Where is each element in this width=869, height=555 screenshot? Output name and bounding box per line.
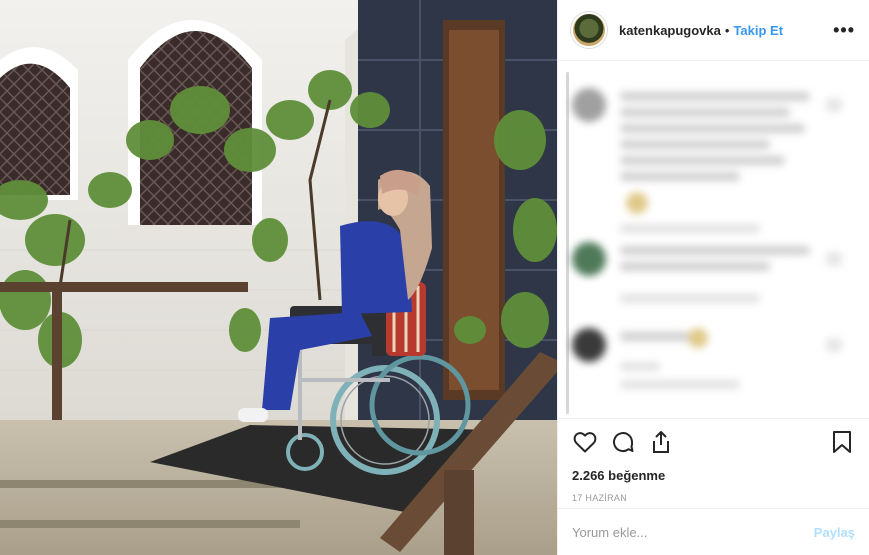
comment-item xyxy=(572,242,852,312)
username-link[interactable]: katenkapugovka xyxy=(619,23,721,38)
comment-input[interactable] xyxy=(572,524,814,540)
more-options-icon[interactable]: ••• xyxy=(833,20,855,41)
action-icons-row xyxy=(572,429,855,455)
photo-illustration xyxy=(0,0,557,555)
comment-bubble-icon[interactable] xyxy=(610,429,636,455)
avatar[interactable] xyxy=(571,12,607,48)
separator-dot: • xyxy=(724,22,730,38)
post-photo[interactable] xyxy=(0,0,557,555)
share-icon[interactable] xyxy=(648,429,674,455)
comment-item xyxy=(572,328,852,408)
heart-icon[interactable] xyxy=(572,429,598,455)
comments-list[interactable] xyxy=(558,62,869,417)
comments-scrollbar[interactable] xyxy=(566,72,569,414)
comment-avatar xyxy=(572,242,606,276)
post-comment-button[interactable]: Paylaş xyxy=(814,525,855,540)
comment-item xyxy=(572,88,852,238)
bookmark-icon[interactable] xyxy=(829,429,855,455)
follow-button[interactable]: Takip Et xyxy=(733,23,783,38)
post-header: katenkapugovka • Takip Et ••• xyxy=(558,0,869,61)
comment-avatar xyxy=(572,88,606,122)
add-comment-bar: Paylaş xyxy=(558,508,869,555)
comment-avatar xyxy=(572,328,606,362)
post-actions: 2.266 beğenme 17 HAZİRAN xyxy=(558,418,869,503)
post-sidebar: katenkapugovka • Takip Et ••• 2.266 beğe… xyxy=(557,0,869,555)
post-date[interactable]: 17 HAZİRAN xyxy=(572,493,855,503)
likes-count[interactable]: 2.266 beğenme xyxy=(572,468,855,483)
